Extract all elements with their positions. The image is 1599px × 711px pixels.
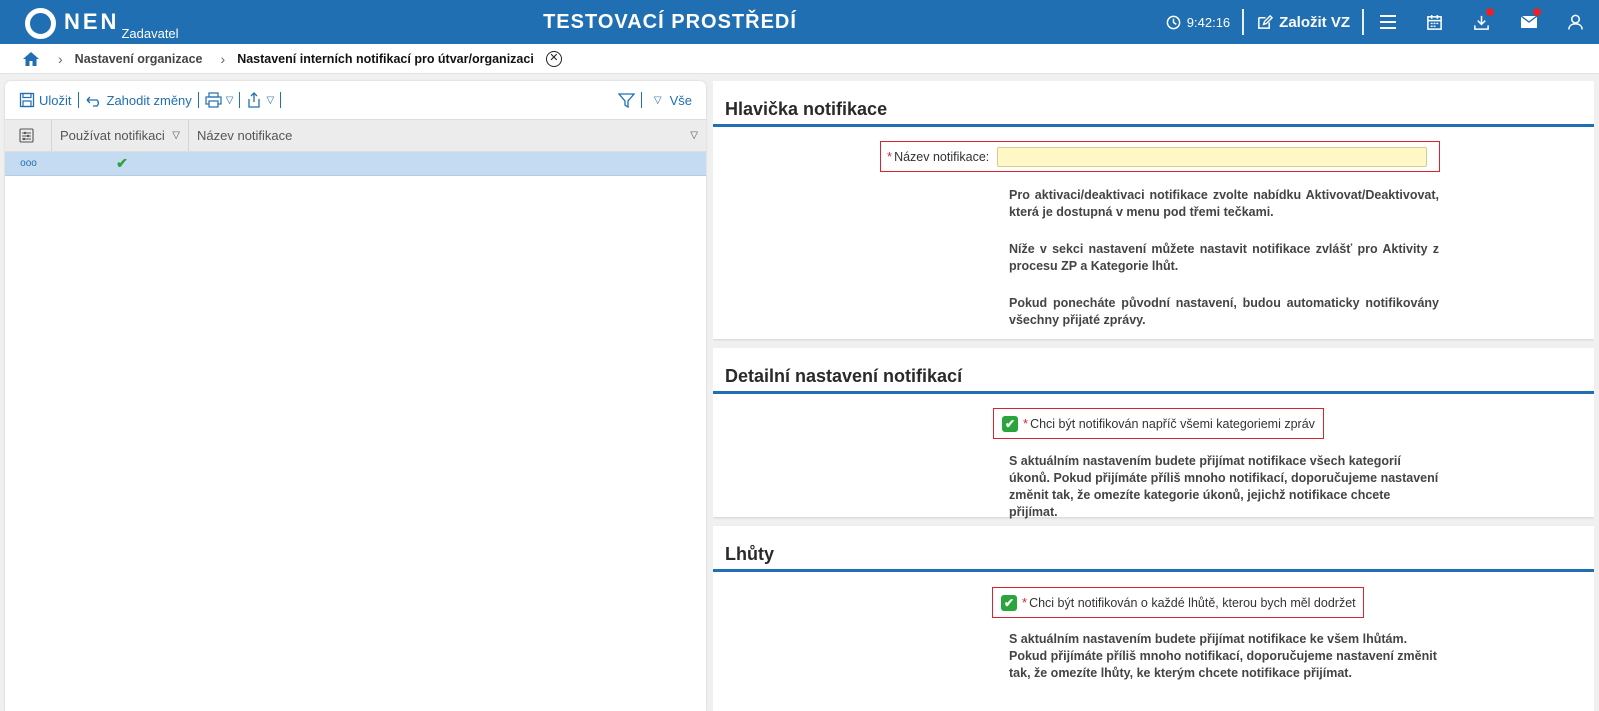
dropdown-arrow-icon: ▽ [225,94,234,106]
chevron-right-icon: › [220,50,226,67]
breadcrumb: › Nastavení organizace › Nastavení inter… [0,44,1599,74]
grid-toolbar: Uložit Zahodit změny ▽ ▽ ▽ Vše [5,81,706,119]
edit-icon [1258,14,1274,29]
user-icon [1568,14,1583,30]
info-paragraph: Pokud ponecháte původní nastavení, budou… [1009,296,1439,327]
user-button[interactable] [1552,0,1599,44]
column-header-active[interactable]: Používat notifikaci ▽ [52,120,189,151]
chevron-right-icon: › [58,50,63,67]
info-paragraph: S aktuálním nastavením budete přijímat n… [1009,632,1437,680]
undo-icon [86,96,99,107]
notification-dot [1486,8,1494,16]
downloads-button[interactable] [1458,0,1505,44]
export-icon [248,92,261,108]
column-settings-button[interactable] [5,120,52,151]
hamburger-icon [1379,15,1396,29]
calendar-icon [1427,14,1442,30]
all-deadlines-label[interactable]: Chci být notifikován o každé lhůtě, kter… [1029,596,1356,610]
info-paragraph: S aktuálním nastavením budete přijímat n… [1009,454,1439,519]
grid-header: Používat notifikaci ▽ Název notifikace ▽ [5,119,706,152]
checkbox-checked-icon[interactable]: ✔ [1002,415,1018,432]
all-deadlines-checkbox-field: ✔ * Chci být notifikován o každé lhůtě, … [992,587,1364,618]
deadlines-section: Lhůty ✔ * Chci být notifikován o každé l… [713,526,1594,711]
save-button[interactable]: Uložit [13,92,78,108]
required-marker: * [887,149,893,164]
toolbar-divider [280,92,282,108]
messages-button[interactable] [1505,0,1552,44]
info-paragraph: Pro aktivaci/deaktivaci notifikace zvolt… [1009,188,1439,219]
save-icon [19,92,35,108]
section-title: Detailní nastavení notifikací [713,348,1594,394]
column-menu-icon[interactable]: ▽ [172,130,180,141]
notification-list-panel: Uložit Zahodit změny ▽ ▽ ▽ Vše Používat … [5,81,706,711]
notification-name-label: Název notifikace: [894,149,990,164]
filter-icon [617,92,635,108]
export-button[interactable]: ▽ [240,92,280,108]
breadcrumb-organization-settings[interactable]: Nastavení organizace [75,52,203,66]
column-name-label: Název notifikace [197,128,293,143]
filter-all-label: Vše [669,92,692,108]
breadcrumb-current: Nastavení interních notifikací pro útvar… [237,51,534,66]
download-icon [1474,15,1489,30]
all-categories-label[interactable]: Chci být notifikován napříč všemi katego… [1030,417,1315,431]
environment-title: TESTOVACÍ PROSTŘEDÍ [543,11,797,33]
notification-detail-panel: Hlavička notifikace * Název notifikace: … [713,81,1594,711]
discard-changes-button[interactable]: Zahodit změny [79,93,198,108]
create-vz-label: Založit VZ [1279,13,1350,31]
home-icon[interactable] [22,50,40,68]
notification-name-input[interactable] [997,146,1428,167]
column-settings-icon [19,128,34,143]
create-vz-button[interactable]: Založit VZ [1244,14,1362,31]
clock-time: 9:42:16 [1186,14,1231,30]
column-header-name[interactable]: Název notifikace ▽ [189,120,706,151]
print-icon [205,92,222,108]
notification-name-field: * Název notifikace: [880,141,1440,172]
dropdown-arrow-icon: ▽ [266,94,275,106]
filter-all-dropdown[interactable]: ▽ Vše [642,93,698,108]
required-marker: * [1022,595,1028,610]
close-tab-icon[interactable]: ✕ [545,50,562,67]
section-title: Lhůty [713,526,1594,572]
print-button[interactable]: ▽ [199,92,240,108]
header-section: Hlavička notifikace * Název notifikace: … [713,81,1594,339]
clock-icon [1166,15,1181,29]
calendar-button[interactable] [1411,0,1458,44]
session-clock: 9:42:16 [1154,15,1242,30]
active-check-icon: ✔ [116,155,128,171]
discard-changes-label: Zahodit změny [106,92,192,108]
info-paragraph: Níže v sekci nastavení můžete nastavit n… [1009,242,1439,273]
table-row[interactable]: ooo ✔ [5,152,706,176]
mail-icon [1520,15,1537,28]
detail-settings-section: Detailní nastavení notifikací ✔ * Chci b… [713,348,1594,519]
menu-button[interactable] [1364,0,1411,44]
filter-button[interactable] [612,92,641,109]
top-bar: NEN Zadavatel TESTOVACÍ PROSTŘEDÍ 9:42:1… [0,0,1599,44]
all-categories-checkbox-field: ✔ * Chci být notifikován napříč všemi ka… [993,408,1324,439]
divider [1242,9,1245,35]
save-label: Uložit [39,92,72,108]
column-menu-icon[interactable]: ▽ [690,130,698,141]
checkbox-checked-icon[interactable]: ✔ [1001,594,1017,611]
dropdown-arrow-icon: ▽ [653,94,662,106]
section-title: Hlavička notifikace [713,81,1594,127]
column-active-label: Používat notifikaci [60,128,165,143]
row-actions-icon[interactable]: ooo [5,158,52,169]
required-marker: * [1023,416,1029,431]
notification-dot [1533,8,1541,16]
